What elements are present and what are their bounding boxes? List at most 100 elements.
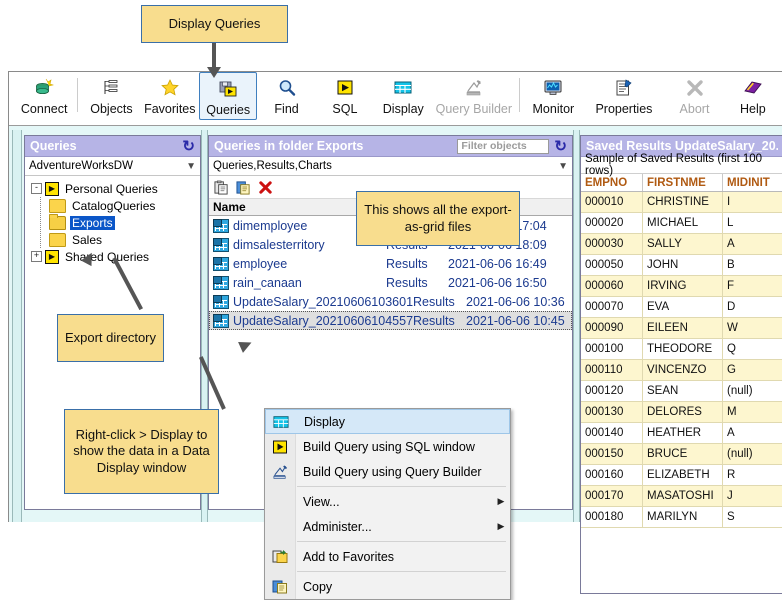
connection-value: AdventureWorksDW (29, 160, 133, 172)
tree-item-personal-queries[interactable]: - ▶ Personal Queries (27, 180, 200, 197)
table-row[interactable]: 000140 HEATHER A (581, 423, 782, 444)
cell-firstnme: EVA (643, 297, 723, 317)
toolbar-button-favorites[interactable]: Favorites (141, 72, 199, 122)
toolbar-button-display[interactable]: Display (374, 72, 432, 122)
column-header-label: Name (213, 200, 246, 214)
tree-item-sales[interactable]: Sales (27, 231, 200, 248)
object-type-dropdown[interactable]: Queries,Results,Charts ▼ (209, 157, 572, 176)
context-menu-item-copy[interactable]: Copy (265, 574, 510, 599)
cell-midinit: B (727, 259, 735, 271)
cell-firstnme: THEODORE (643, 339, 723, 359)
table-row[interactable]: 000070 EVA D (581, 297, 782, 318)
list-item[interactable]: employee Results 2021-06-06 16:49 (209, 254, 572, 273)
toolbar-button-connect[interactable]: Connect (15, 72, 73, 122)
tree-item-label: Exports (70, 215, 115, 230)
table-row[interactable]: 000170 MASATOSHI J (581, 486, 782, 507)
toolbar-button-abort[interactable]: Abort (665, 72, 723, 122)
object-type-value: Queries,Results,Charts (213, 160, 332, 172)
splitter-middle-right[interactable] (573, 130, 580, 522)
grid-result-icon (213, 218, 229, 233)
context-menu-item-view[interactable]: View... ▶ (265, 489, 510, 514)
toolbar-label: SQL (332, 102, 358, 116)
toolbar-button-queries[interactable]: Queries (198, 72, 258, 120)
table-row[interactable]: 000090 EILEEN W (581, 318, 782, 339)
list-item[interactable]: rain_canaan Results 2021-06-06 16:50 (209, 273, 572, 292)
list-item-selected[interactable]: UpdateSalary_20210606104557 Results 2021… (209, 311, 572, 330)
cell-midinit: S (727, 511, 735, 523)
file-name: UpdateSalary_20210606104557 (233, 313, 414, 328)
table-row[interactable]: 000130 DELORES M (581, 402, 782, 423)
table-row[interactable]: 000050 JOHN B (581, 255, 782, 276)
cell-midinit: I (727, 196, 731, 208)
file-type: Results (413, 294, 455, 309)
tree-item-label: Personal Queries (65, 181, 158, 196)
folder-closed-icon (49, 232, 66, 247)
cell-empno: 000170 (581, 486, 643, 506)
submenu-arrow-icon: ▶ (497, 496, 505, 506)
left-splitter[interactable] (12, 130, 22, 522)
table-row[interactable]: 000010 CHRISTINE I (581, 192, 782, 213)
cell-firstnme: MARILYN (643, 507, 723, 527)
callout-leader-line (212, 43, 216, 69)
abort-x-icon (685, 77, 705, 99)
toolbar-button-find[interactable]: Find (257, 72, 315, 122)
context-menu-label: Copy (303, 579, 333, 594)
copy-icon[interactable] (236, 180, 251, 195)
toolbar-button-help[interactable]: Help (724, 72, 782, 122)
callout-display-queries: Display Queries (141, 5, 288, 43)
table-row[interactable]: 000110 VINCENZO G (581, 360, 782, 381)
toolbar-button-monitor[interactable]: Monitor (524, 72, 582, 122)
connection-dropdown[interactable]: AdventureWorksDW ▼ (25, 157, 200, 176)
toolbar-label: Monitor (532, 102, 575, 116)
context-menu-item-build-query-builder[interactable]: Build Query using Query Builder (265, 459, 510, 484)
refresh-icon[interactable]: ↻ (554, 139, 567, 154)
table-row[interactable]: 000060 IRVING F (581, 276, 782, 297)
context-menu-item-administer[interactable]: Administer... ▶ (265, 514, 510, 539)
table-row[interactable]: 000030 SALLY A (581, 234, 782, 255)
table-row[interactable]: 000180 MARILYN S (581, 507, 782, 528)
column-header-midinit[interactable]: MIDINIT (723, 174, 782, 191)
table-row[interactable]: 000100 THEODORE Q (581, 339, 782, 360)
context-menu-item-add-to-favorites[interactable]: Add to Favorites (265, 544, 510, 569)
cell-midinit: A (727, 238, 735, 250)
tree-item-catalogqueries[interactable]: CatalogQueries (27, 197, 200, 214)
refresh-icon[interactable]: ↻ (182, 139, 195, 154)
filter-objects-input[interactable]: Filter objects (457, 138, 550, 154)
copy-icon (265, 579, 295, 594)
table-row[interactable]: 000150 BRUCE (null) (581, 444, 782, 465)
tree-item-label: Sales (72, 232, 103, 247)
toolbar-button-sql[interactable]: SQL (316, 72, 374, 122)
paste-icon[interactable] (214, 180, 229, 195)
tree-item-exports[interactable]: Exports (27, 213, 200, 231)
queries-tree: - ▶ Personal Queries CatalogQueries Expo… (25, 176, 200, 265)
toolbar-button-query-builder[interactable]: Query Builder (432, 72, 515, 122)
callout-arrowhead (207, 67, 221, 78)
table-row[interactable]: 000160 ELIZABETH R (581, 465, 782, 486)
file-date: 2021-06-06 10:45 (466, 313, 565, 328)
tree-item-label: CatalogQueries (72, 198, 156, 213)
cell-empno: 000090 (581, 318, 643, 338)
queries-icon (218, 78, 238, 100)
context-menu-item-build-query-sql[interactable]: Build Query using SQL window (265, 434, 510, 459)
cell-midinit: (null) (727, 385, 753, 397)
toolbar-button-properties[interactable]: Properties (583, 72, 666, 122)
list-item[interactable]: UpdateSalary_20210606103601 Results 2021… (209, 292, 572, 311)
cell-empno: 000010 (581, 192, 643, 212)
display-grid-icon (266, 415, 296, 429)
table-row[interactable]: 000020 MICHAEL L (581, 213, 782, 234)
table-row[interactable]: 000120 SEAN (null) (581, 381, 782, 402)
toolbar-button-objects[interactable]: Objects (82, 72, 140, 122)
column-header-firstnme[interactable]: FIRSTNME (643, 174, 723, 191)
context-menu-item-display[interactable]: Display (265, 409, 510, 434)
context-menu-label: Build Query using SQL window (303, 439, 475, 454)
cell-midinit: Q (727, 343, 736, 355)
context-menu-separator (297, 541, 506, 542)
tree-expander-expand-icon[interactable]: + (31, 251, 42, 262)
delete-x-icon[interactable] (258, 180, 273, 195)
tree-expander-collapse-icon[interactable]: - (31, 183, 42, 194)
column-header-empno[interactable]: EMPNO (581, 174, 643, 191)
file-date: 2021-06-06 16:50 (448, 275, 547, 290)
cell-empno: 000120 (581, 381, 643, 401)
cell-midinit: J (727, 490, 733, 502)
file-name: dimsalesterritory (233, 237, 325, 252)
